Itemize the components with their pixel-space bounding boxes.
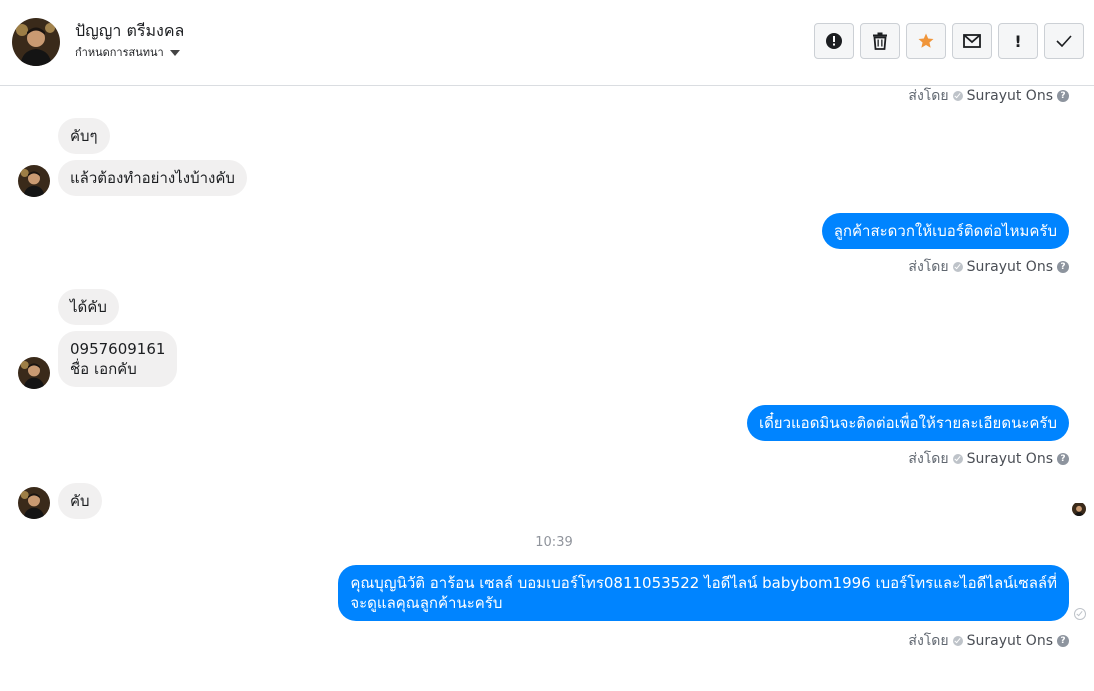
sent-by-name[interactable]: Surayut Ons: [967, 88, 1053, 104]
verified-check-icon: [952, 454, 963, 464]
message-line: คุณบุญนิวัติ อาร้อน เซลล์ บอมเบอร์โทร081…: [350, 574, 1057, 592]
sent-by-prefix: ส่งโดย: [908, 259, 949, 275]
conversation-header: ปัญญา ตรีมงคล กำหนดการสนทนา !: [0, 0, 1094, 86]
outgoing-message[interactable]: ลูกค้าสะดวกให้เบอร์ติดต่อไหมครับ: [821, 213, 1069, 249]
outgoing-message[interactable]: เดี๋ยวแอดมินจะติดต่อเพื่อให้รายละเอียดนะ…: [746, 405, 1069, 441]
delete-button[interactable]: [860, 23, 900, 59]
incoming-message[interactable]: คับๆ: [58, 118, 110, 154]
seen-by-avatar: [1072, 502, 1086, 516]
incoming-message[interactable]: คับ: [58, 483, 102, 519]
mark-spam-button[interactable]: [814, 23, 854, 59]
sent-by-row: ส่งโดย Surayut Ons ?: [908, 448, 1069, 470]
message-line: ชื่อ เอกคับ: [70, 360, 137, 378]
message-timestamp: 10:39: [535, 535, 573, 550]
message-line: จะดูแลคุณลูกค้านะครับ: [350, 594, 503, 612]
verified-check-icon: [952, 636, 963, 646]
sent-by-row: ส่งโดย Surayut Ons ?: [908, 85, 1069, 107]
help-icon[interactable]: ?: [1057, 90, 1069, 102]
trash-icon: [873, 32, 887, 50]
conversation-label-dropdown[interactable]: กำหนดการสนทนา: [75, 43, 180, 61]
conversation-toolbar: !: [814, 23, 1084, 59]
incoming-message[interactable]: แล้วต้องทำอย่างไงบ้างคับ: [58, 160, 247, 196]
sender-avatar[interactable]: [18, 357, 50, 389]
star-icon: [918, 33, 934, 48]
sent-by-row: ส่งโดย Surayut Ons ?: [908, 256, 1069, 278]
check-icon: [1056, 35, 1072, 47]
delivered-icon: [1074, 608, 1086, 620]
sender-avatar[interactable]: [18, 165, 50, 197]
help-icon[interactable]: ?: [1057, 261, 1069, 273]
sent-by-row: ส่งโดย Surayut Ons ?: [908, 630, 1069, 652]
incoming-message[interactable]: 0957609161 ชื่อ เอกคับ: [58, 331, 178, 387]
mark-done-button[interactable]: [1044, 23, 1084, 59]
message-thread[interactable]: ส่งโดย Surayut Ons ? คับๆ แล้วต้องทำอย่า…: [0, 87, 1094, 691]
sent-by-prefix: ส่งโดย: [908, 451, 949, 467]
sent-by-name[interactable]: Surayut Ons: [967, 451, 1053, 467]
chevron-down-icon: [169, 50, 180, 56]
sent-by-prefix: ส่งโดย: [908, 633, 949, 649]
help-icon[interactable]: ?: [1057, 453, 1069, 465]
verified-check-icon: [952, 262, 963, 272]
alert-circle-icon: [826, 33, 842, 49]
star-button[interactable]: [906, 23, 946, 59]
sent-by-name[interactable]: Surayut Ons: [967, 633, 1053, 649]
envelope-icon: [963, 34, 981, 48]
sent-by-prefix: ส่งโดย: [908, 88, 949, 104]
mark-unread-button[interactable]: [952, 23, 992, 59]
help-icon[interactable]: ?: [1057, 635, 1069, 647]
important-label: !: [1014, 31, 1022, 51]
verified-check-icon: [952, 91, 963, 101]
sent-by-name[interactable]: Surayut Ons: [967, 259, 1053, 275]
conversation-label: กำหนดการสนทนา: [75, 46, 164, 59]
incoming-message[interactable]: ได้คับ: [58, 289, 119, 325]
contact-avatar[interactable]: [12, 18, 60, 66]
important-button[interactable]: !: [998, 23, 1038, 59]
sender-avatar[interactable]: [18, 487, 50, 519]
message-line: 0957609161: [70, 340, 166, 358]
outgoing-message[interactable]: คุณบุญนิวัติ อาร้อน เซลล์ บอมเบอร์โทร081…: [338, 565, 1069, 621]
contact-name[interactable]: ปัญญา ตรีมงคล: [75, 19, 184, 44]
